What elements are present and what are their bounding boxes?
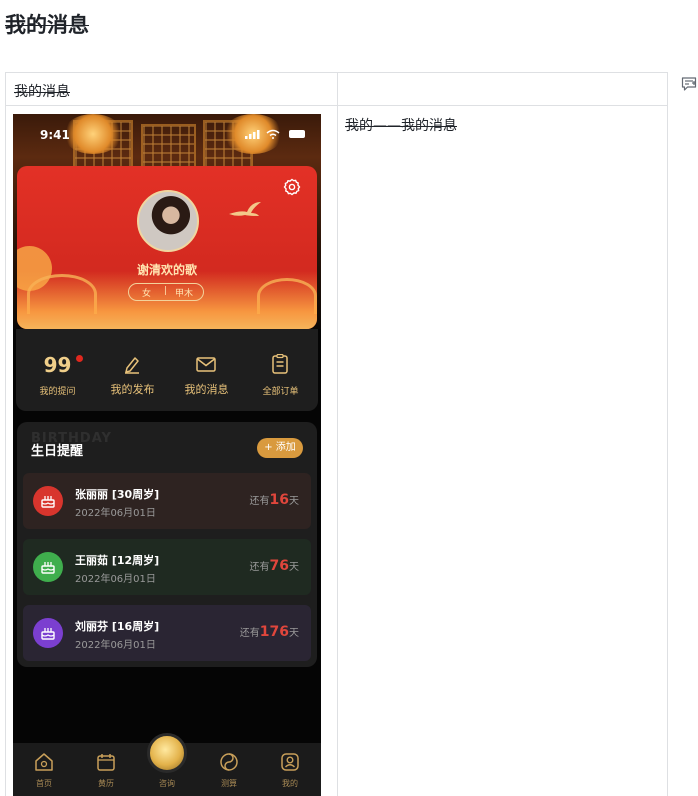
home-icon [35, 753, 53, 771]
crane-icon [229, 202, 261, 216]
cake-icon [33, 618, 63, 648]
stat-label: 我的消息 [184, 383, 229, 396]
tab-label: 黄历 [98, 779, 114, 788]
tab-label: 我的 [282, 779, 298, 788]
days-suffix: 天 [289, 496, 299, 507]
settings-gear-icon[interactable] [283, 178, 301, 196]
tab-divination[interactable]: 测算 [198, 743, 260, 796]
days-prefix: 还有 [249, 562, 270, 573]
days-remaining: 还有76天 [250, 558, 299, 574]
days-count: 76 [269, 558, 289, 574]
element-tag: 甲木 [175, 289, 194, 299]
profile-card: 谢清欢的歌 女 | 甲木 [17, 166, 317, 329]
tab-home[interactable]: 首页 [13, 743, 75, 796]
tab-mine[interactable]: 我的 [259, 743, 321, 796]
tab-almanac[interactable]: 黄历 [75, 743, 137, 796]
birthday-item[interactable]: 刘丽芬 [16周岁] 2022年06月01日 还有176天 [23, 605, 311, 661]
days-count: 176 [259, 624, 289, 640]
profile-icon [281, 753, 299, 771]
tab-label: 测算 [221, 779, 237, 788]
birthday-reminder-panel: BIRTHDAY 生日提醒 + 添加 张丽丽 [30周岁] 2022年06月01… [17, 422, 317, 667]
lamp-glow [63, 114, 123, 154]
add-birthday-button[interactable]: + 添加 [257, 438, 303, 458]
envelope-icon [196, 357, 216, 372]
question-count: 99 [43, 353, 72, 377]
calendar-icon [97, 754, 115, 771]
days-remaining: 还有16天 [250, 492, 299, 508]
tab-label: 首页 [36, 779, 52, 788]
status-icons [245, 129, 305, 139]
days-count: 16 [269, 492, 289, 508]
birthday-item[interactable]: 张丽丽 [30周岁] 2022年06月01日 还有16天 [23, 473, 311, 529]
tab-label: 咨询 [159, 779, 175, 788]
birthday-name: 刘丽芬 [16周岁] [75, 620, 160, 633]
birthday-date: 2022年06月01日 [75, 574, 156, 585]
birthday-name: 王丽茹 [12周岁] [75, 554, 160, 567]
table-header-cell: 我的消息 [14, 84, 70, 100]
days-prefix: 还有 [239, 628, 260, 639]
days-suffix: 天 [289, 562, 299, 573]
table-description-cell: 我的——我的消息 [345, 118, 457, 134]
tag-separator: | [164, 286, 168, 296]
avatar[interactable] [137, 190, 199, 252]
birthday-item[interactable]: 王丽茹 [12周岁] 2022年06月01日 还有76天 [23, 539, 311, 595]
add-comment-icon[interactable] [681, 76, 697, 92]
user-name: 谢清欢的歌 [136, 263, 197, 277]
taiji-icon [220, 753, 238, 771]
stat-my-questions[interactable]: 99 我的提问 [20, 329, 95, 411]
gender-tag: 女 [142, 289, 152, 299]
stat-label: 我的发布 [110, 383, 155, 396]
cake-icon [33, 486, 63, 516]
birthday-title: 生日提醒 [31, 444, 84, 459]
stat-my-messages[interactable]: 我的消息 [169, 329, 244, 411]
notification-dot [76, 355, 83, 362]
phone-screenshot: 9:41 谢清欢的歌 女 | 甲木 99 我的提问 我的发布 我的消息 全部订单… [13, 114, 321, 796]
page-title: 我的消息 [5, 13, 89, 37]
cake-icon [33, 552, 63, 582]
row-divider [6, 105, 667, 106]
stats-bar: 99 我的提问 我的发布 我的消息 全部订单 [16, 329, 318, 411]
user-tags: 女 | 甲木 [128, 283, 204, 301]
pencil-icon [125, 357, 139, 374]
consult-orb-icon[interactable] [147, 733, 187, 773]
days-remaining: 还有176天 [240, 624, 299, 640]
column-divider [337, 73, 338, 796]
stat-my-posts[interactable]: 我的发布 [95, 329, 170, 411]
stat-label: 全部订单 [262, 387, 299, 397]
birthday-date: 2022年06月01日 [75, 640, 156, 651]
birthday-name: 张丽丽 [30周岁] [75, 488, 160, 501]
clipboard-icon [272, 354, 288, 374]
status-time: 9:41 [40, 128, 70, 142]
days-suffix: 天 [289, 628, 299, 639]
birthday-date: 2022年06月01日 [75, 508, 156, 519]
stat-label: 我的提问 [39, 387, 76, 397]
stat-all-orders[interactable]: 全部订单 [243, 329, 318, 411]
days-prefix: 还有 [249, 496, 270, 507]
